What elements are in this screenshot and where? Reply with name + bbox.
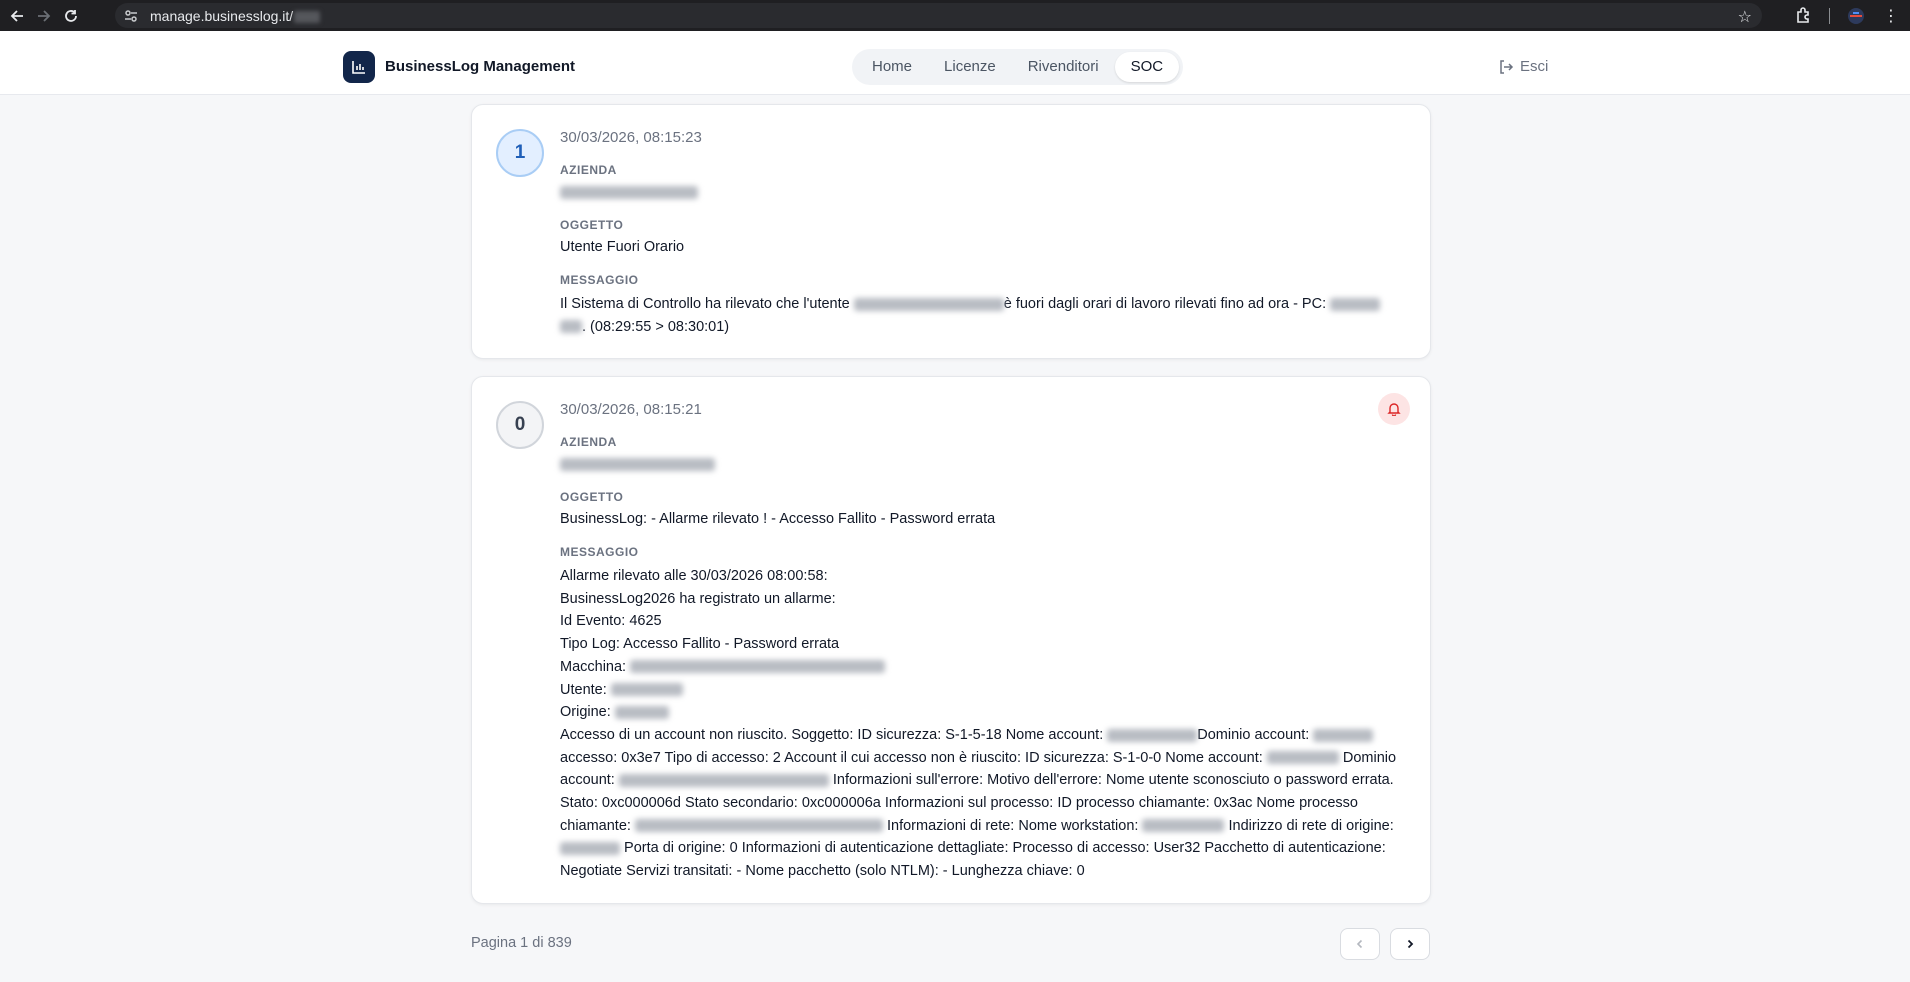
- url-text: manage.businesslog.it/: [150, 8, 321, 24]
- site-settings-icon[interactable]: [123, 8, 139, 24]
- brand-name[interactable]: BusinessLog Management: [385, 58, 575, 75]
- tab-licenze[interactable]: Licenze: [928, 52, 1012, 82]
- messaggio-label: MESSAGGIO: [560, 545, 639, 559]
- message-line: BusinessLog2026 ha registrato un allarme…: [560, 590, 836, 607]
- chevron-left-icon: [1356, 939, 1363, 949]
- azienda-value: [560, 455, 1402, 474]
- oggetto-label: OGGETTO: [560, 218, 624, 232]
- message-line: Id Evento: 4625: [560, 613, 662, 630]
- chevron-right-icon: [1407, 939, 1414, 949]
- azienda-label: AZIENDA: [560, 435, 617, 449]
- bookmark-star-icon[interactable]: ☆: [1738, 7, 1752, 27]
- toolbar-separator: [1829, 8, 1830, 24]
- messaggio-label: MESSAGGIO: [560, 273, 639, 287]
- pagination-text: Pagina 1 di 839: [471, 935, 572, 951]
- alert-timestamp: 30/03/2026, 08:15:21: [560, 401, 702, 418]
- message-line: Utente:: [560, 679, 1402, 702]
- logout-icon: [1500, 59, 1514, 74]
- oggetto-label: OGGETTO: [560, 490, 624, 504]
- browser-toolbar: manage.businesslog.it/ ☆ ⋮: [0, 0, 1910, 31]
- tab-home[interactable]: Home: [856, 52, 928, 82]
- alert-timestamp: 30/03/2026, 08:15:23: [560, 129, 702, 146]
- message-line: Macchina:: [560, 656, 1402, 679]
- back-arrow-icon[interactable]: [8, 7, 26, 25]
- app-header: BusinessLog Management Home Licenze Rive…: [0, 31, 1910, 95]
- profile-avatar-icon[interactable]: [1847, 7, 1865, 25]
- tab-soc[interactable]: SOC: [1114, 52, 1180, 82]
- oggetto-value: BusinessLog: - Allarme rilevato ! - Acce…: [560, 511, 996, 527]
- alert-card[interactable]: 0 30/03/2026, 08:15:21 AZIENDA OGGETTO B…: [471, 376, 1431, 904]
- extensions-puzzle-icon[interactable]: [1795, 6, 1813, 29]
- message-detail: Accesso di un account non riuscito. Sogg…: [560, 726, 1397, 880]
- address-bar[interactable]: manage.businesslog.it/ ☆: [115, 3, 1762, 28]
- azienda-label: AZIENDA: [560, 163, 617, 177]
- next-page-button[interactable]: [1390, 928, 1430, 960]
- oggetto-value: Utente Fuori Orario: [560, 239, 685, 255]
- logout-label: Esci: [1520, 58, 1549, 75]
- messaggio-value: Allarme rilevato alle 30/03/2026 08:00:5…: [560, 565, 1402, 883]
- forward-arrow-icon[interactable]: [35, 7, 53, 25]
- message-line: Origine:: [560, 701, 1402, 724]
- logout-button[interactable]: Esci: [1498, 58, 1548, 75]
- alert-content: 30/03/2026, 08:15:23 AZIENDA OGGETTO Ute…: [560, 129, 1402, 338]
- alert-content: 30/03/2026, 08:15:21 AZIENDA OGGETTO Bus…: [560, 401, 1402, 883]
- alert-count-badge: 1: [496, 129, 544, 177]
- reload-icon[interactable]: [62, 7, 80, 25]
- browser-menu-icon[interactable]: ⋮: [1883, 6, 1899, 26]
- tab-rivenditori[interactable]: Rivenditori: [1012, 52, 1115, 82]
- messaggio-value: Il Sistema di Controllo ha rilevato che …: [560, 293, 1402, 338]
- prev-page-button[interactable]: [1340, 928, 1380, 960]
- main-nav: Home Licenze Rivenditori SOC: [852, 49, 1184, 85]
- alert-card[interactable]: 1 30/03/2026, 08:15:23 AZIENDA OGGETTO U…: [471, 104, 1431, 359]
- brand-logo-chart-icon[interactable]: [343, 51, 375, 83]
- message-line: Tipo Log: Accesso Fallito - Password err…: [560, 636, 840, 653]
- azienda-value: [560, 183, 1402, 202]
- alert-count-badge: 0: [496, 401, 544, 449]
- message-line: Allarme rilevato alle 30/03/2026 08:00:5…: [560, 568, 828, 584]
